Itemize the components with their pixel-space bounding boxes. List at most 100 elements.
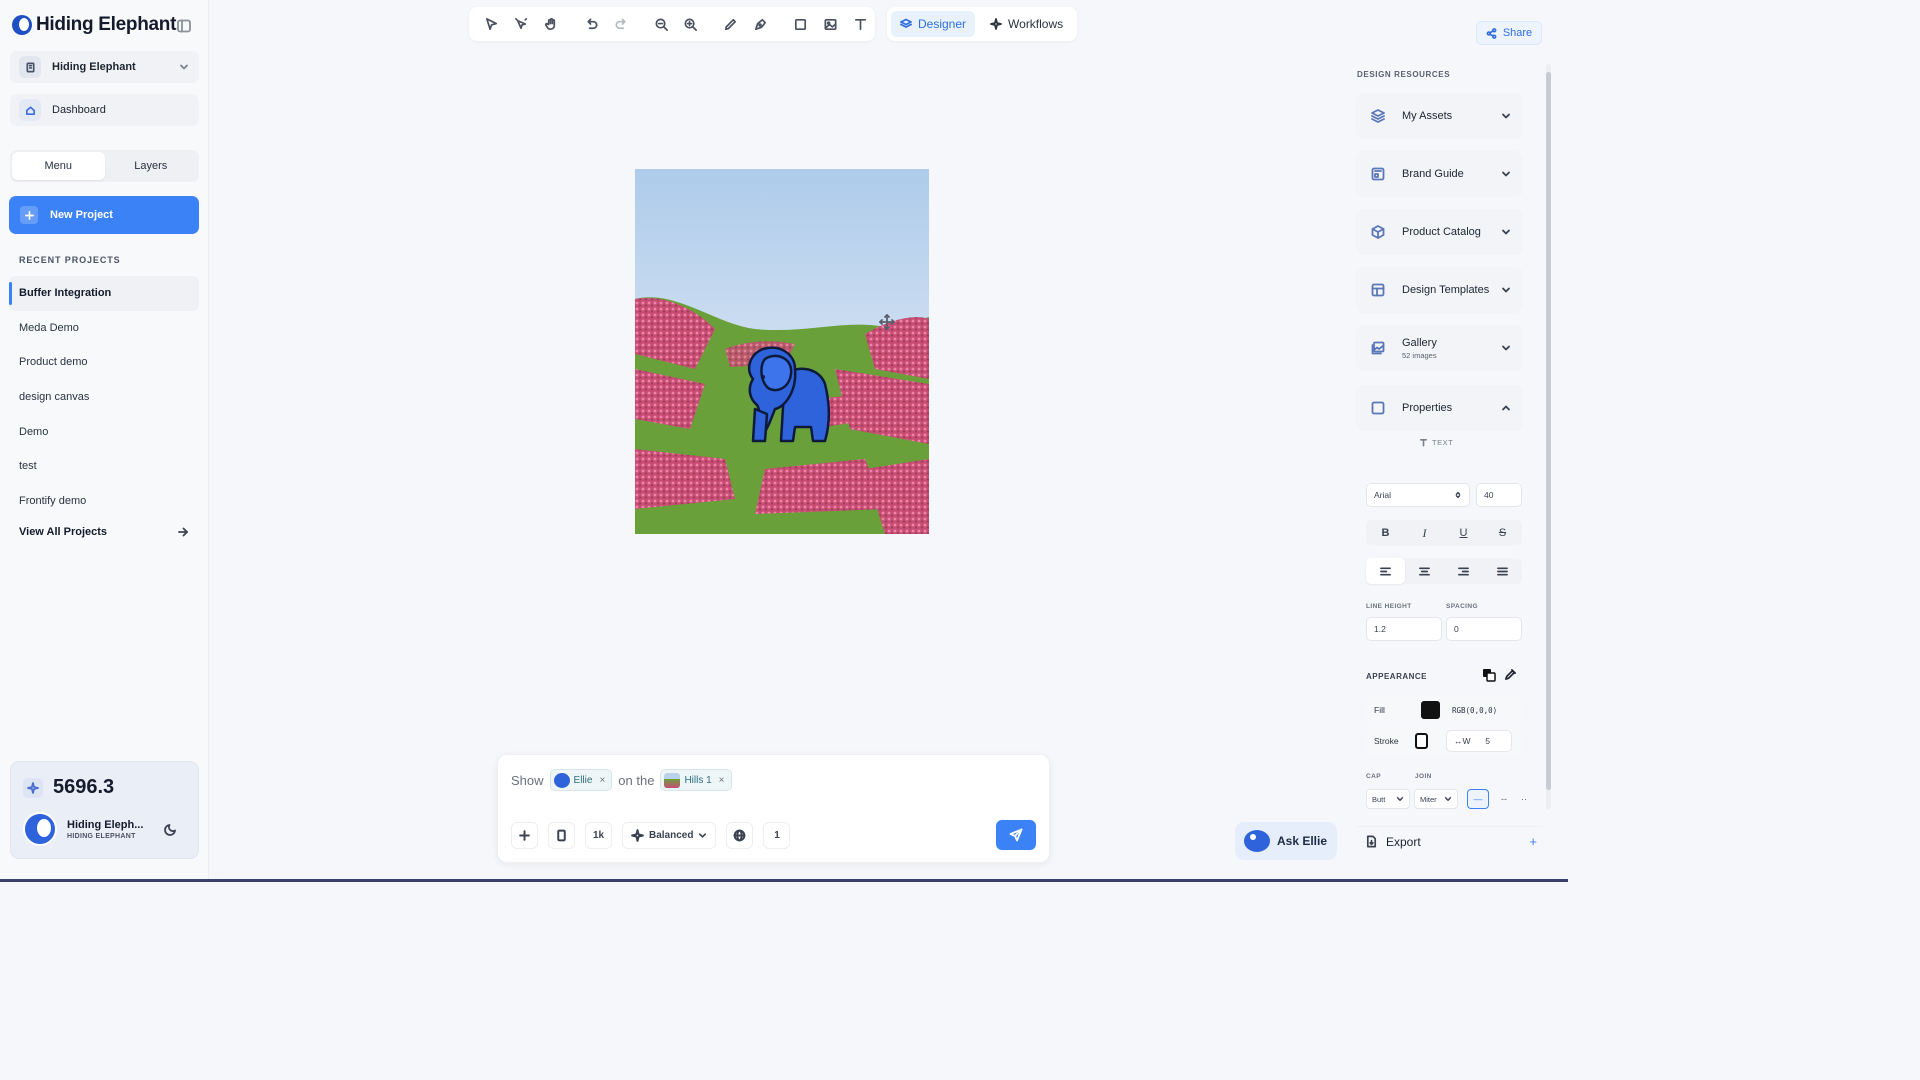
view-all-label: View All Projects: [19, 526, 108, 538]
accordion-properties[interactable]: Properties: [1356, 385, 1523, 431]
elephant-avatar-icon: [1244, 830, 1270, 852]
chip-ellie-label: Ellie: [573, 774, 593, 786]
building-icon: [19, 56, 41, 78]
recent-project-item[interactable]: design canvas: [9, 380, 199, 415]
recent-project-item[interactable]: Frontify demo: [9, 484, 199, 519]
prompt-composer[interactable]: Show Ellie × on the Hills 1 × 1k Balance…: [497, 754, 1050, 863]
plus-icon[interactable]: +: [1529, 834, 1537, 849]
bold-button[interactable]: B: [1366, 520, 1405, 546]
underline-button[interactable]: U: [1444, 520, 1483, 546]
pencil-icon[interactable]: [716, 9, 746, 39]
join-select[interactable]: Miter: [1414, 789, 1458, 809]
add-attachment-button[interactable]: [511, 822, 538, 849]
moon-icon[interactable]: [164, 822, 178, 836]
chip-hills[interactable]: Hills 1 ×: [660, 769, 732, 791]
send-icon: [1009, 828, 1023, 842]
workspace-selector[interactable]: Hiding Elephant: [10, 51, 199, 83]
canvas-artboard[interactable]: [635, 169, 929, 534]
plus-icon: [20, 206, 38, 224]
dotted-line-icon[interactable]: ··: [1517, 789, 1531, 809]
recent-project-item[interactable]: Buffer Integration: [9, 276, 199, 311]
stroke-width-input[interactable]: ↔W 5: [1446, 730, 1512, 752]
join-label: JOIN: [1415, 773, 1432, 780]
quality-dropdown[interactable]: Balanced: [622, 822, 717, 849]
mode-workflows[interactable]: Workflows: [981, 11, 1072, 37]
canvas-toolbar: [469, 7, 875, 41]
eyedropper-icon[interactable]: [1504, 668, 1518, 682]
line-height-label: LINE HEIGHT: [1366, 603, 1412, 610]
recent-project-item[interactable]: Demo: [9, 414, 199, 449]
recent-project-item[interactable]: Meda Demo: [9, 311, 199, 346]
redo-icon[interactable]: [606, 9, 636, 39]
dashed-line-icon[interactable]: --: [1493, 789, 1515, 809]
workspace-name: Hiding Elephant: [52, 61, 136, 73]
line-height-input[interactable]: 1.2: [1366, 617, 1442, 641]
font-family-select[interactable]: Arial: [1366, 483, 1470, 507]
prompt-text[interactable]: Show Ellie × on the Hills 1 ×: [511, 769, 732, 791]
brand-book-icon: [1371, 167, 1385, 181]
user-profile[interactable]: Hiding Eleph... HIDING ELEPHANT: [23, 812, 143, 846]
undo-icon[interactable]: [576, 9, 606, 39]
chip-ellie[interactable]: Ellie ×: [549, 769, 613, 791]
cap-label: CAP: [1366, 773, 1381, 780]
text-style-group: B I U S: [1366, 520, 1522, 546]
share-button[interactable]: Share: [1476, 21, 1542, 45]
cube-icon: [1371, 225, 1385, 239]
spacing-input[interactable]: 0: [1446, 617, 1522, 641]
nav-dashboard[interactable]: Dashboard: [10, 94, 199, 126]
accordion-product-catalog[interactable]: Product Catalog: [1356, 209, 1523, 255]
aspect-ratio-button[interactable]: [548, 822, 575, 849]
tab-menu[interactable]: Menu: [12, 152, 105, 180]
align-center-icon[interactable]: [1405, 558, 1444, 584]
ask-ellie-button[interactable]: Ask Ellie: [1235, 822, 1337, 860]
accordion-design-templates[interactable]: Design Templates: [1356, 267, 1523, 313]
design-resources-heading: DESIGN RESOURCES: [1357, 70, 1451, 79]
image-count-button[interactable]: 1: [763, 822, 791, 849]
brand[interactable]: Hiding Elephant: [12, 14, 176, 36]
user-name: Hiding Eleph...: [67, 818, 144, 831]
font-size-input[interactable]: 40: [1476, 483, 1522, 507]
zoom-out-icon[interactable]: [646, 9, 676, 39]
italic-button[interactable]: I: [1405, 520, 1444, 546]
cap-select[interactable]: Butt: [1366, 789, 1410, 809]
magic-select-icon[interactable]: [507, 9, 537, 39]
zoom-in-icon[interactable]: [676, 9, 706, 39]
sidebar-toggle-icon[interactable]: [176, 18, 192, 34]
align-left-icon[interactable]: [1366, 558, 1405, 584]
text-tool-icon[interactable]: [845, 9, 875, 39]
accordion-gallery[interactable]: Gallery 52 images: [1356, 325, 1523, 371]
view-all-projects-link[interactable]: View All Projects: [19, 523, 189, 541]
panel-scrollbar-thumb[interactable]: [1546, 72, 1551, 790]
send-button[interactable]: [996, 820, 1036, 850]
hand-pan-icon[interactable]: [537, 9, 567, 39]
fill-value[interactable]: RGB(0,0,0): [1452, 706, 1497, 715]
strikethrough-button[interactable]: S: [1483, 520, 1522, 546]
rectangle-icon[interactable]: [785, 9, 815, 39]
export-button[interactable]: Export +: [1357, 826, 1543, 856]
image-icon[interactable]: [815, 9, 845, 39]
stroke-swatch[interactable]: [1415, 733, 1428, 749]
new-project-button[interactable]: New Project: [9, 196, 199, 234]
solid-line-icon[interactable]: —: [1467, 789, 1489, 809]
gallery-count: 52 images: [1402, 350, 1437, 360]
chevron-down-icon: [1396, 797, 1404, 801]
select-cursor-icon[interactable]: [477, 9, 507, 39]
accordion-brand-guide[interactable]: Brand Guide: [1356, 151, 1523, 197]
recent-project-item[interactable]: Product demo: [9, 345, 199, 380]
pen-tool-icon[interactable]: [746, 9, 776, 39]
tab-layers[interactable]: Layers: [105, 152, 198, 180]
close-icon[interactable]: ×: [599, 775, 605, 786]
close-icon[interactable]: ×: [719, 775, 725, 786]
color-swap-icon[interactable]: [1482, 668, 1496, 682]
resolution-button[interactable]: 1k: [585, 822, 612, 849]
recent-project-item[interactable]: test: [9, 449, 199, 484]
credit-balance: 5696.3: [53, 776, 115, 798]
accordion-my-assets[interactable]: My Assets: [1356, 93, 1523, 139]
align-right-icon[interactable]: [1444, 558, 1483, 584]
mode-designer[interactable]: Designer: [891, 11, 976, 37]
stroke-width-label: ↔W: [1454, 736, 1471, 746]
home-icon: [19, 99, 41, 121]
align-justify-icon[interactable]: [1483, 558, 1522, 584]
web-search-toggle[interactable]: [726, 822, 754, 849]
fill-swatch[interactable]: [1421, 701, 1440, 719]
